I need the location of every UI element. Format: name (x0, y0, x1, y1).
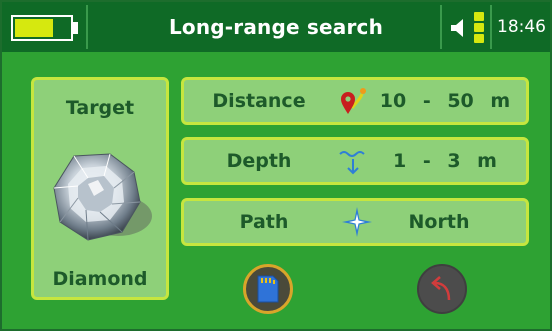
status-bar: Long-range search 18:46 (2, 2, 550, 52)
distance-label: Distance (212, 90, 306, 112)
status-divider (440, 5, 442, 49)
path-label: Path (239, 211, 289, 233)
clock: 18:46 (497, 17, 546, 37)
distance-value: 10 - 50 m (379, 90, 511, 112)
sd-card-icon (257, 275, 279, 303)
depth-row[interactable]: Depth 1 - 3 m (181, 137, 529, 185)
path-row[interactable]: Path North (181, 198, 529, 246)
target-heading: Target (65, 97, 135, 119)
signal-bar (474, 23, 484, 32)
target-panel[interactable]: Target Diamond (31, 77, 169, 300)
device-screen: Long-range search 18:46 Target Diamond D… (0, 0, 552, 331)
signal-bar (474, 34, 484, 43)
back-arrow-icon (431, 276, 451, 301)
distance-row[interactable]: Distance 10 - 50 m (181, 77, 529, 125)
target-value: Diamond (52, 268, 148, 290)
diamond-image (53, 153, 152, 241)
save-sd-button[interactable] (243, 264, 293, 314)
compass-icon (342, 207, 372, 237)
status-divider (490, 5, 492, 49)
path-value: North (408, 211, 470, 233)
signal-icon (474, 12, 484, 44)
speaker-icon[interactable] (448, 16, 472, 40)
depth-label: Depth (226, 150, 292, 172)
signal-bar (474, 12, 484, 21)
depth-value: 1 - 3 m (393, 150, 497, 172)
back-button[interactable] (417, 264, 467, 314)
